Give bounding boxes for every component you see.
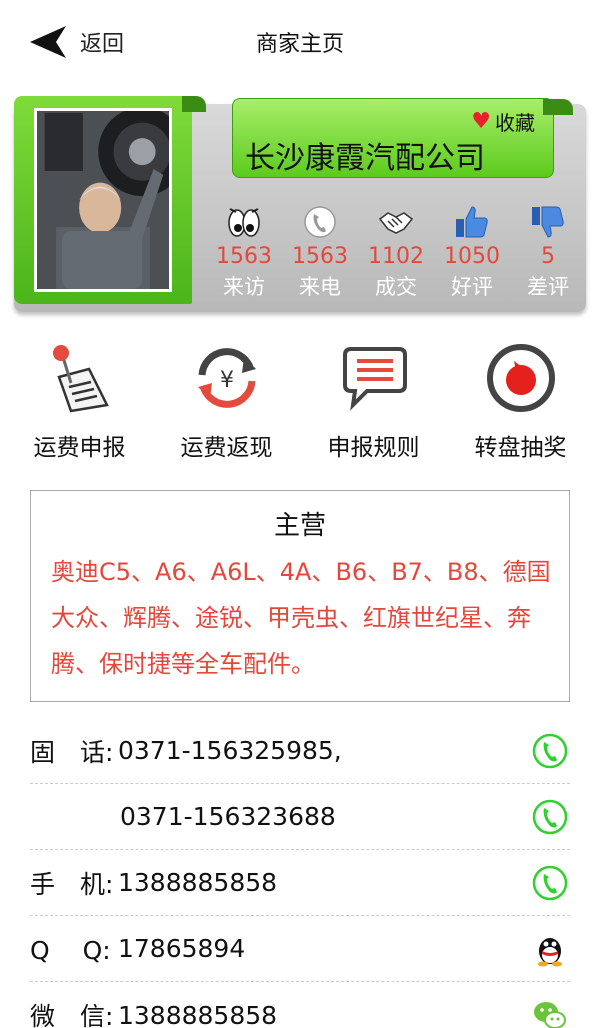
- action-label: 申报规则: [327, 435, 420, 461]
- stat-value: 5: [541, 244, 555, 269]
- contact-label: 微 信:: [30, 1002, 114, 1028]
- handshake-icon: [376, 204, 416, 240]
- phone-call-icon[interactable]: [532, 799, 568, 835]
- contact-row-wechat: 微 信: 1388885858: [30, 982, 570, 1028]
- stat-bad-reviews: 5 差评: [510, 204, 586, 304]
- declaration-rules-button[interactable]: 申报规则: [304, 342, 444, 462]
- stat-value: 1050: [444, 244, 500, 269]
- stat-label: 成交: [375, 275, 417, 299]
- freight-cashback-button[interactable]: ¥ 运费返现: [157, 342, 297, 462]
- contact-list: 固 话: 0371-156325985, 0371-156323688 手 机:…: [30, 718, 570, 1028]
- stat-label: 差评: [527, 275, 569, 299]
- eyes-icon: [224, 204, 264, 240]
- merchant-photo: [34, 108, 172, 292]
- contact-value: 1388885858: [118, 868, 278, 897]
- phone-icon: [300, 204, 340, 240]
- contact-row-mobile: 手 机: 1388885858: [30, 850, 570, 916]
- merchant-profile-card: ♥ 收藏 长沙康霞汽配公司 1563 来访 1563 来电 1102 成交 10…: [14, 96, 586, 314]
- pin-document-icon: [43, 342, 117, 414]
- action-label: 转盘抽奖: [474, 435, 567, 461]
- page-title: 商家主页: [255, 32, 344, 57]
- company-name: 长沙康霞汽配公司: [245, 141, 485, 176]
- stat-value: 1563: [216, 244, 272, 269]
- thumbs-down-icon: [528, 204, 568, 240]
- contact-row-landline: 固 话: 0371-156325985,: [30, 718, 570, 784]
- lottery-wheel-button[interactable]: 转盘抽奖: [451, 342, 591, 462]
- stat-value: 1563: [292, 244, 348, 269]
- contact-value: 0371-156323688: [120, 802, 336, 831]
- contact-value: 1388885858: [118, 1000, 278, 1028]
- stat-visits: 1563 来访: [206, 204, 282, 304]
- favorite-button[interactable]: ♥ 收藏: [471, 107, 535, 136]
- action-label: 运费返现: [180, 435, 273, 461]
- stat-deals: 1102 成交: [358, 204, 434, 304]
- company-name-box: ♥ 收藏 长沙康霞汽配公司: [232, 98, 573, 178]
- merchant-stats: 1563 来访 1563 来电 1102 成交 1050 好评 5 差评: [206, 204, 586, 304]
- thumbs-up-icon: [452, 204, 492, 240]
- stat-value: 1102: [368, 244, 424, 269]
- phone-call-icon[interactable]: [532, 733, 568, 769]
- lottery-wheel-icon: [484, 342, 558, 414]
- main-business-title: 主营: [273, 511, 326, 541]
- contact-label: 固 话:: [30, 737, 114, 767]
- svg-text:¥: ¥: [220, 368, 234, 393]
- contact-label: Q Q:: [30, 935, 111, 965]
- stat-label: 好评: [451, 275, 493, 299]
- action-label: 运费申报: [33, 435, 126, 461]
- stat-calls: 1563 来电: [282, 204, 358, 304]
- main-business-box: 主营 奥迪C5、A6、A6L、4A、B6、B7、B8、德国大众、辉腾、途锐、甲壳…: [30, 490, 570, 702]
- app-header: 返回 商家主页: [0, 0, 600, 84]
- stat-label: 来电: [299, 275, 341, 299]
- quick-actions: 运费申报 ¥ 运费返现 申报规则 转盘抽奖: [0, 342, 600, 462]
- heart-icon: ♥: [471, 108, 491, 134]
- photo-frame: [14, 96, 206, 304]
- yuan-refresh-icon: ¥: [190, 342, 264, 414]
- message-icon: [337, 342, 411, 414]
- contact-row-landline-2: 0371-156323688: [30, 784, 570, 850]
- contact-label: 手 机:: [30, 869, 114, 899]
- contact-value: 17865894: [118, 934, 246, 963]
- wechat-icon[interactable]: [532, 997, 568, 1028]
- favorite-label: 收藏: [495, 111, 535, 135]
- phone-call-icon[interactable]: [532, 865, 568, 901]
- stat-label: 来访: [223, 275, 265, 299]
- contact-value: 0371-156325985,: [118, 736, 342, 765]
- main-business-text: 奥迪C5、A6、A6L、4A、B6、B7、B8、德国大众、辉腾、途锐、甲壳虫、红…: [51, 558, 551, 678]
- stat-good-reviews: 1050 好评: [434, 204, 510, 304]
- freight-declaration-button[interactable]: 运费申报: [10, 342, 150, 462]
- qq-icon[interactable]: [532, 931, 568, 967]
- contact-row-qq: Q Q: 17865894: [30, 916, 570, 982]
